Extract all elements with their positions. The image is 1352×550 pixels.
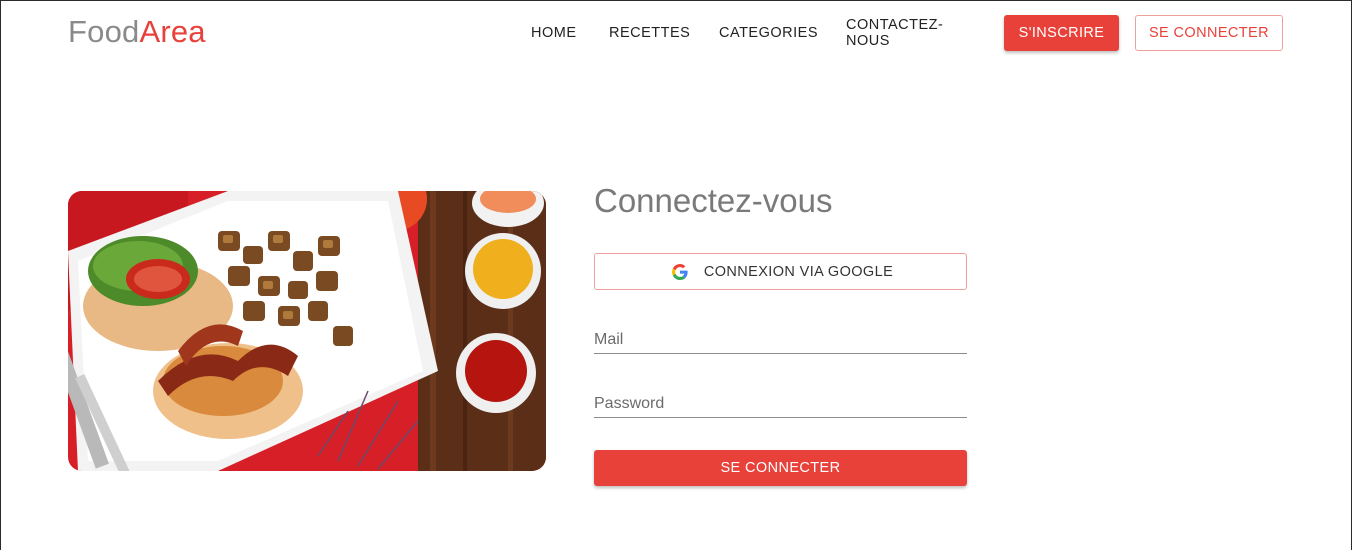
nav-categories[interactable]: CATEGORIES (719, 25, 818, 41)
nav-contact[interactable]: CONTACTEZ-NOUS (846, 17, 943, 49)
google-login-button[interactable]: CONNEXION VIA GOOGLE (594, 253, 967, 290)
brand-logo-food: Food (68, 14, 140, 49)
brand-logo-area: Area (139, 14, 206, 49)
mail-field[interactable] (594, 326, 967, 354)
header-login-button[interactable]: SE CONNECTER (1135, 15, 1283, 51)
signup-button[interactable]: S'INSCRIRE (1004, 15, 1119, 51)
login-title: Connectez-vous (594, 182, 833, 219)
nav-home[interactable]: HOME (531, 25, 577, 41)
food-image (68, 191, 546, 471)
nav-recettes[interactable]: RECETTES (609, 25, 690, 41)
password-field[interactable] (594, 390, 967, 418)
google-login-label: CONNEXION VIA GOOGLE (703, 263, 894, 280)
submit-login-button[interactable]: SE CONNECTER (594, 450, 967, 486)
brand-logo[interactable]: FoodArea (68, 14, 206, 50)
google-g-icon (671, 263, 688, 280)
